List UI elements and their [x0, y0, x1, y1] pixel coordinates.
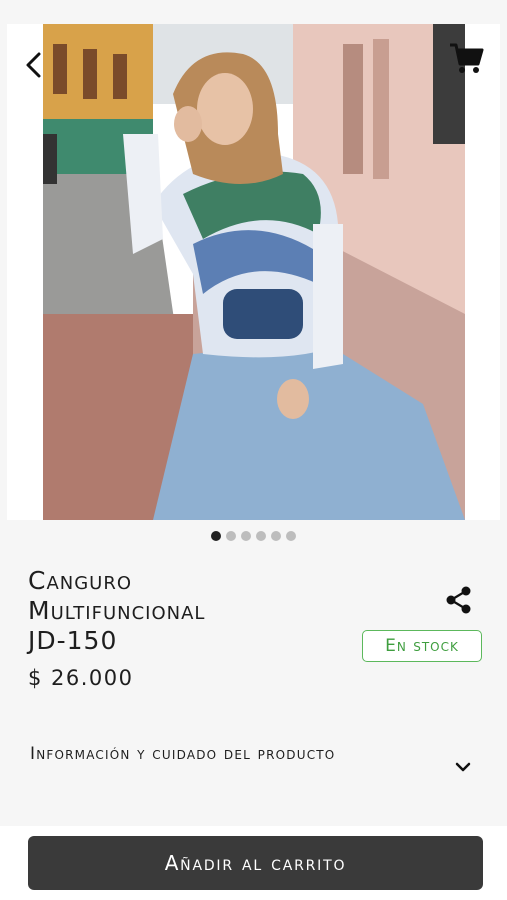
back-arrow-icon — [26, 52, 41, 78]
pagination-dot-4[interactable] — [256, 531, 266, 541]
image-pagination[interactable] — [0, 531, 507, 543]
product-price: $ 26.000 — [28, 666, 134, 690]
info-accordion[interactable]: Información y cuidado del producto — [0, 728, 507, 808]
share-button[interactable] — [444, 585, 474, 615]
info-accordion-label: Información y cuidado del producto — [30, 744, 336, 764]
back-button[interactable] — [19, 50, 49, 80]
stock-badge: En stock — [362, 630, 482, 662]
pagination-dot-6[interactable] — [286, 531, 296, 541]
share-icon — [446, 586, 471, 614]
product-image-card[interactable] — [7, 24, 500, 520]
product-title-line: JD-150 — [28, 626, 118, 655]
shopping-cart-icon — [450, 43, 484, 73]
chevron-down-icon[interactable] — [452, 756, 474, 778]
pagination-dot-2[interactable] — [226, 531, 236, 541]
pagination-dot-5[interactable] — [271, 531, 281, 541]
add-to-cart-button[interactable]: Añadir al carrito — [28, 836, 483, 890]
pagination-dot-3[interactable] — [241, 531, 251, 541]
product-title: Canguro Multifuncional JD-150 — [28, 566, 338, 656]
cart-button[interactable] — [448, 40, 484, 76]
product-photo[interactable] — [43, 24, 465, 520]
status-bar — [0, 0, 507, 22]
product-title-line: Multifuncional — [28, 596, 206, 625]
product-title-line: Canguro — [28, 566, 133, 595]
pagination-dot-1[interactable] — [211, 531, 221, 541]
